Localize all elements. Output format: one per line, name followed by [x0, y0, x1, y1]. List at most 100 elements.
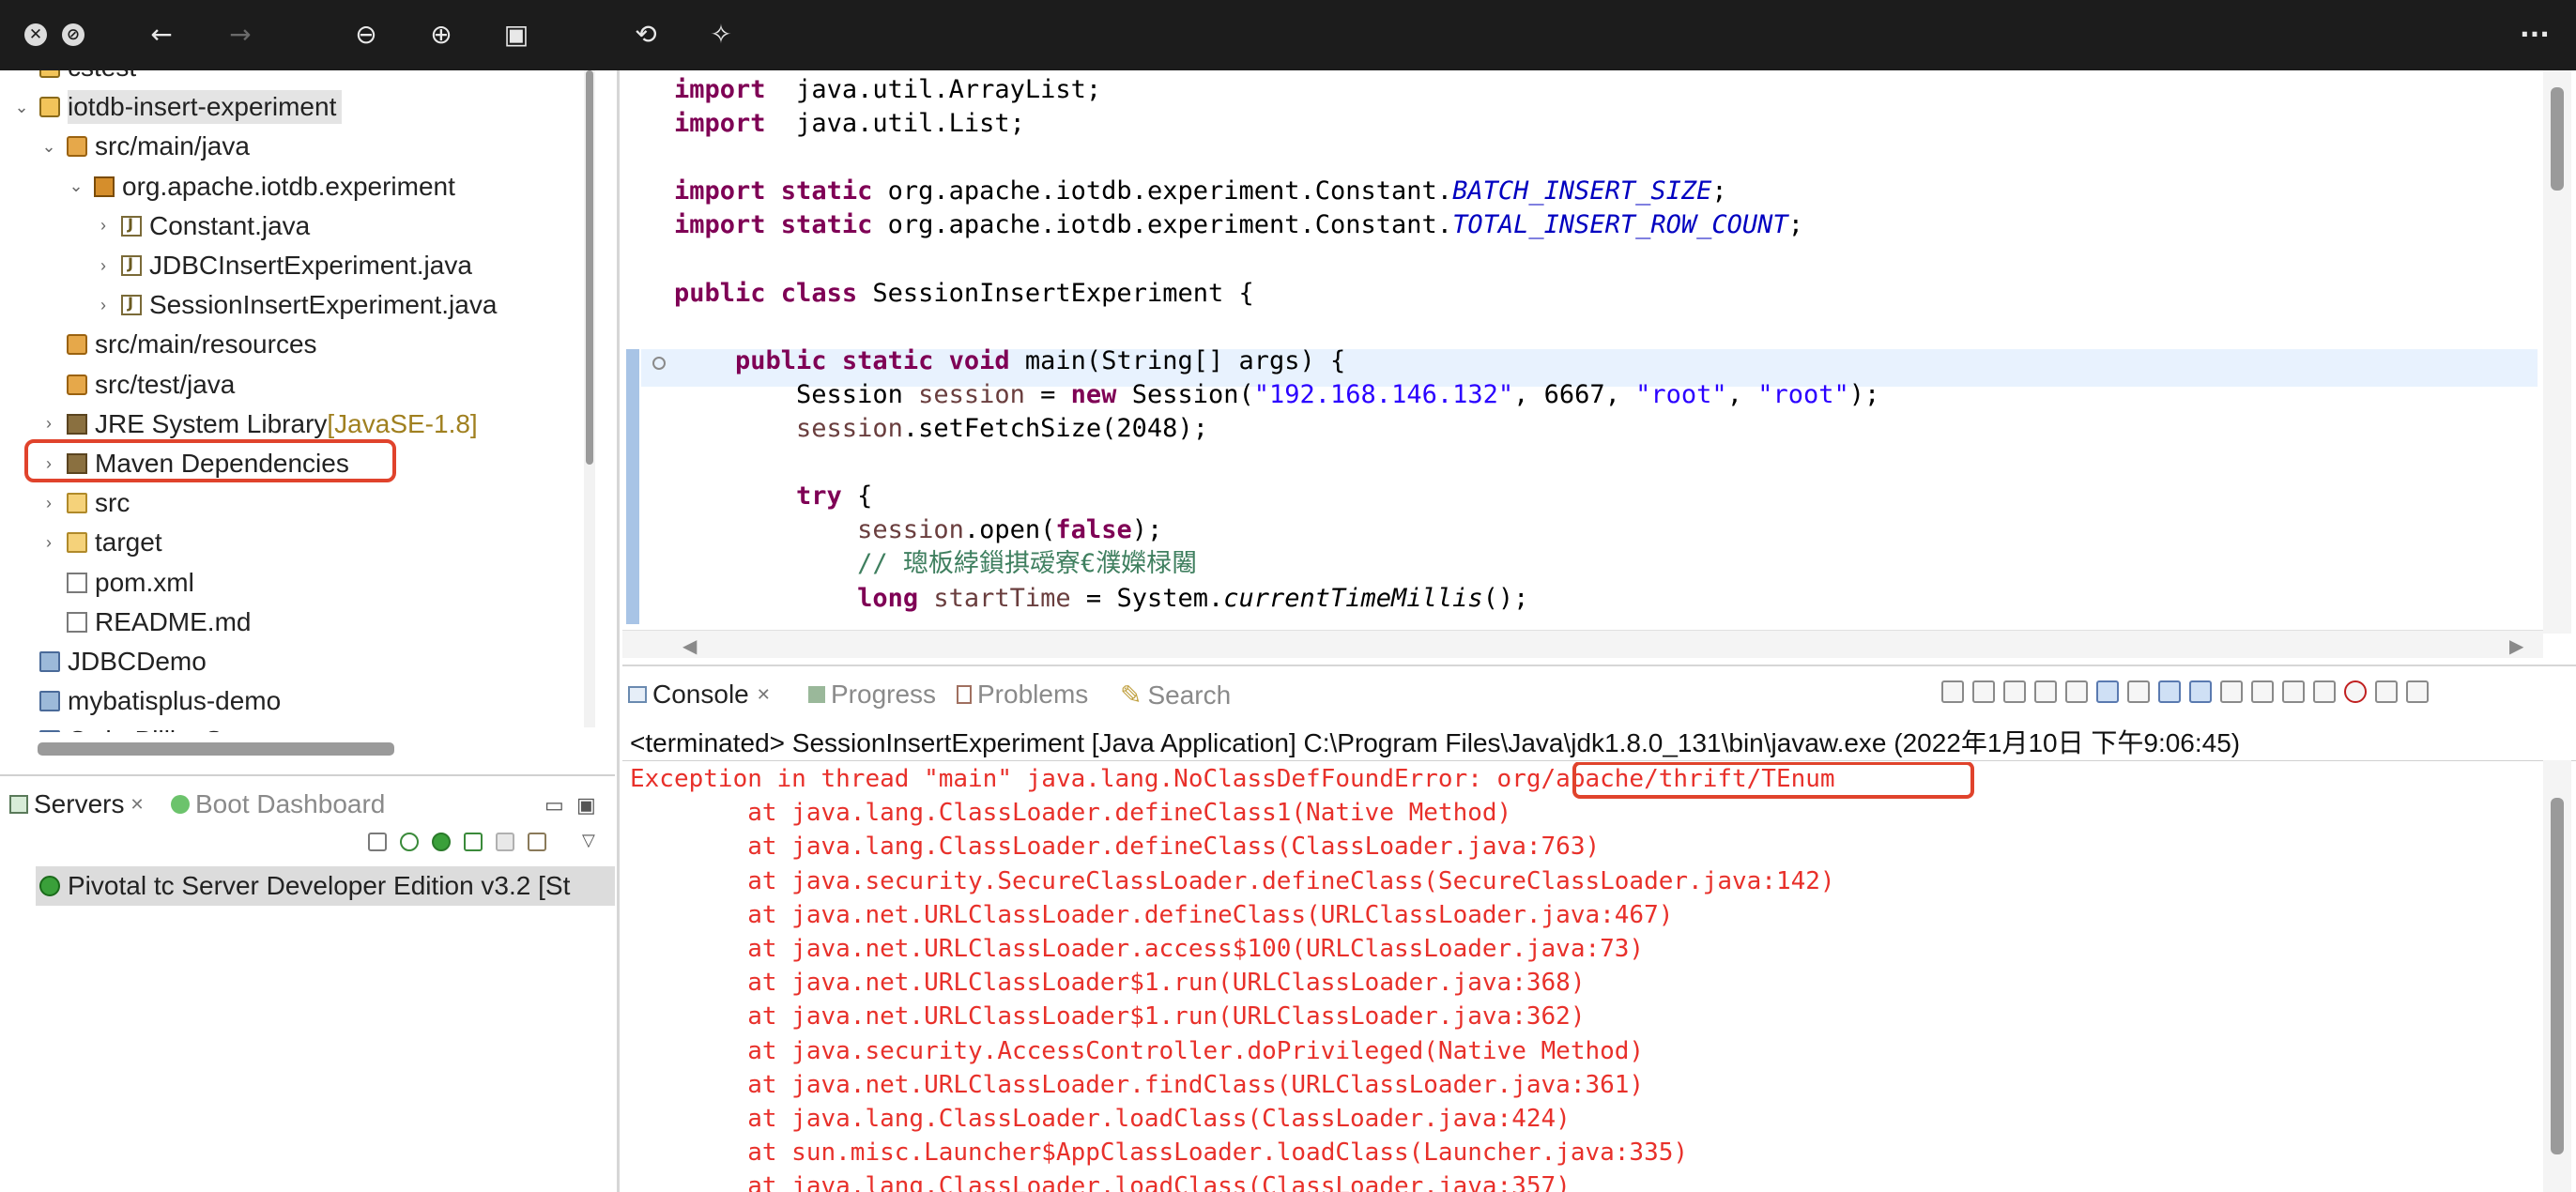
stack-trace-line[interactable]: at java.net.URLClassLoader$1.run(URLClas… — [630, 1000, 1585, 1033]
console-output[interactable]: Exception in thread "main" java.lang.NoC… — [630, 762, 2564, 1192]
display-console-icon[interactable] — [2251, 680, 2274, 703]
chevron-right-icon[interactable]: › — [38, 533, 59, 553]
scroll-thumb[interactable] — [586, 70, 593, 465]
explorer-horizontal-scrollbar[interactable] — [38, 742, 394, 756]
profile-server-icon[interactable] — [464, 833, 483, 851]
project-blue-icon — [39, 651, 60, 672]
back-arrow-icon[interactable]: ← — [143, 19, 180, 51]
stack-trace-line[interactable]: at java.net.URLClassLoader.findClass(URL… — [630, 1068, 1644, 1102]
terminate-icon[interactable] — [1972, 680, 1995, 703]
block-circle-icon[interactable]: ⊘ — [62, 23, 84, 46]
stack-trace-line[interactable]: at java.net.URLClassLoader.defineClass(U… — [630, 898, 1673, 932]
chevron-down-icon[interactable]: ⌄ — [11, 98, 32, 117]
remove-launch-icon[interactable] — [2003, 680, 2026, 703]
code-token: import — [674, 75, 766, 104]
tree-item[interactable]: src/main/resources — [38, 325, 317, 364]
collapse-icon[interactable] — [368, 833, 387, 851]
chevron-down-icon[interactable]: ⌄ — [38, 137, 59, 157]
fit-icon[interactable]: ▣ — [498, 19, 535, 51]
word-wrap-icon[interactable] — [2127, 680, 2150, 703]
stack-trace-line[interactable]: at java.lang.ClassLoader.defineClass1(Na… — [630, 796, 1511, 830]
clear-console-icon[interactable] — [2065, 680, 2088, 703]
explorer-vertical-scrollbar[interactable] — [584, 70, 595, 727]
more-icon[interactable]: ··· — [2516, 19, 2553, 51]
chevron-right-icon[interactable]: › — [93, 256, 114, 276]
copy-icon[interactable] — [2313, 680, 2336, 703]
tree-item[interactable]: › JDBCInsertExperiment.java — [93, 246, 472, 285]
rotate-icon[interactable]: ⟲ — [627, 19, 665, 51]
tree-item[interactable]: › JRE System Library [JavaSE-1.8] — [38, 405, 478, 444]
open-console-icon[interactable] — [2282, 680, 2305, 703]
minimize-icon[interactable]: ▭ — [544, 793, 564, 818]
tree-item[interactable]: ⌄ src/main/java — [38, 127, 249, 166]
tree-item[interactable]: ⌄ org.apache.iotdb.experiment — [66, 167, 454, 206]
stack-trace-line[interactable]: at sun.misc.Launcher$AppClassLoader.load… — [630, 1136, 1688, 1169]
minimize-icon[interactable] — [2375, 680, 2398, 703]
tab-servers[interactable]: Servers ✕ — [9, 789, 145, 819]
publish-icon[interactable] — [528, 833, 546, 851]
tab-boot-dashboard[interactable]: Boot Dashboard — [171, 789, 385, 819]
code-editor[interactable]: import java.util.ArrayList; import java.u… — [622, 70, 2576, 662]
close-icon[interactable]: ✕ — [757, 685, 771, 705]
code-token: , 6667, — [1513, 379, 1636, 409]
stop-server-icon[interactable] — [496, 833, 514, 851]
scroll-lock-icon[interactable] — [2096, 680, 2119, 703]
tree-item[interactable]: › src — [38, 483, 130, 523]
tree-item[interactable]: ⌄ iotdb-insert-experiment — [11, 87, 343, 127]
chevron-right-icon[interactable]: › — [93, 296, 114, 315]
chevron-right-icon[interactable]: › — [38, 414, 59, 434]
stack-trace-line[interactable]: at java.net.URLClassLoader$1.run(URLClas… — [630, 966, 1585, 1000]
chevron-right-icon[interactable]: › — [93, 216, 114, 236]
servers-panel: Servers ✕ Boot Dashboard ▭ ▣ ▽ — [0, 774, 615, 868]
start-server-icon[interactable] — [432, 833, 451, 851]
scroll-thumb[interactable] — [2551, 798, 2564, 1154]
zoom-in-icon[interactable]: ⊕ — [422, 19, 460, 51]
tab-progress[interactable]: Progress — [808, 680, 936, 710]
tree-item[interactable]: › SessionInsertExperiment.java — [93, 285, 497, 325]
editor-horizontal-scrollbar[interactable]: ◀ ▶ — [622, 630, 2543, 658]
tree-item[interactable]: › target — [38, 523, 162, 562]
editor-vertical-scrollbar[interactable] — [2543, 70, 2571, 634]
stack-trace-line[interactable]: at java.security.AccessController.doPriv… — [630, 1034, 1644, 1068]
stack-trace-line[interactable]: at java.security.SecureClassLoader.defin… — [630, 864, 1834, 898]
chevron-right-icon[interactable]: › — [38, 494, 59, 513]
tree-item[interactable]: pom.xml — [38, 563, 194, 603]
maximize-icon[interactable]: ▣ — [576, 793, 596, 818]
tab-problems[interactable]: Problems — [957, 680, 1088, 710]
stack-trace-line[interactable]: at java.net.URLClassLoader.access$100(UR… — [630, 932, 1644, 966]
view-menu-icon[interactable]: ▽ — [582, 831, 595, 850]
tree-item[interactable]: mybatisplus-demo — [11, 681, 281, 721]
debug-server-icon[interactable] — [400, 833, 419, 851]
console-vertical-scrollbar[interactable] — [2543, 760, 2571, 1192]
chevron-down-icon[interactable]: ⌄ — [66, 176, 86, 196]
tree-item[interactable]: src/test/java — [38, 365, 235, 405]
pin-console-icon[interactable] — [2220, 680, 2243, 703]
forward-arrow-icon[interactable]: → — [222, 19, 259, 51]
tree-item[interactable]: README.md — [38, 603, 251, 642]
close-circle-icon[interactable]: ✕ — [24, 23, 47, 46]
tree-item[interactable]: cstest — [11, 70, 136, 87]
maximize-icon[interactable] — [2406, 680, 2429, 703]
scroll-left-icon[interactable]: ◀ — [682, 634, 697, 657]
tab-console[interactable]: Console ✕ — [628, 680, 771, 710]
tree-item[interactable]: OrderBillingSystem — [11, 721, 293, 732]
tree-item[interactable]: JDBCDemo — [11, 642, 207, 681]
scroll-thumb[interactable] — [2551, 87, 2564, 191]
show-stderr-icon[interactable] — [2189, 680, 2212, 703]
tab-search[interactable]: ✎ Search — [1120, 680, 1231, 711]
code-area[interactable]: import java.util.ArrayList; import java.u… — [622, 70, 2538, 624]
show-stdout-icon[interactable] — [2158, 680, 2181, 703]
stack-trace-line[interactable]: at java.lang.ClassLoader.defineClass(Cla… — [630, 830, 1600, 863]
zoom-out-icon[interactable]: ⊖ — [347, 19, 385, 51]
debug-icon[interactable] — [2344, 680, 2367, 703]
stack-trace-line[interactable]: at java.lang.ClassLoader.loadClass(Class… — [630, 1169, 1571, 1192]
left-panel: cstest ⌄ iotdb-insert-experiment ⌄ src/main/… — [0, 70, 620, 1192]
magic-wand-icon[interactable]: ✧ — [702, 19, 740, 51]
close-icon[interactable]: ✕ — [130, 795, 144, 815]
pin-icon[interactable] — [1941, 680, 1964, 703]
server-list-item[interactable]: Pivotal tc Server Developer Edition v3.2… — [36, 866, 615, 906]
stack-trace-line[interactable]: at java.lang.ClassLoader.loadClass(Class… — [630, 1102, 1571, 1136]
remove-all-icon[interactable] — [2034, 680, 2057, 703]
scroll-right-icon[interactable]: ▶ — [2509, 634, 2523, 657]
tree-item[interactable]: › Constant.java — [93, 206, 310, 246]
